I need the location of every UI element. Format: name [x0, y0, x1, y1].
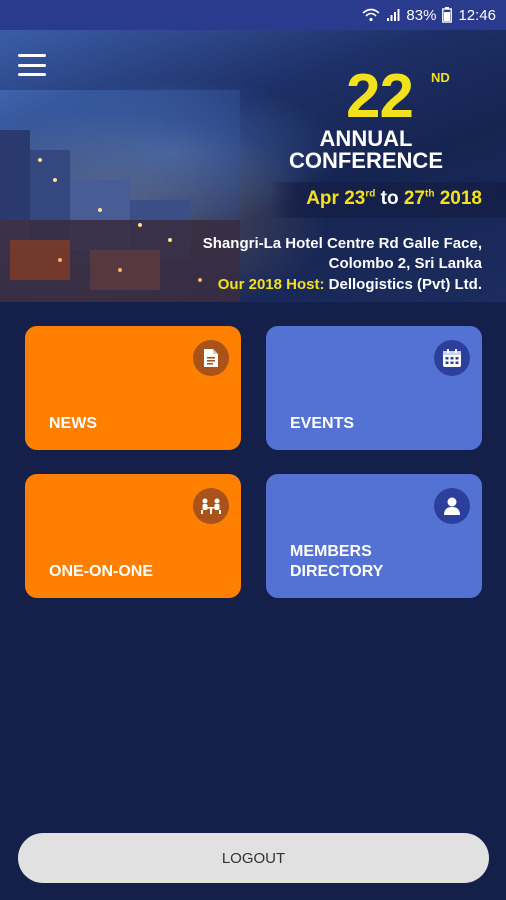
menu-icon[interactable] [18, 54, 46, 76]
conference-title: ANNUAL CONFERENCE [266, 128, 466, 172]
conference-title-line2: CONFERENCE [288, 148, 443, 173]
meeting-icon [193, 488, 229, 524]
news-tile[interactable]: NEWS [25, 326, 241, 450]
host-label: Our 2018 Host: [217, 276, 325, 293]
calendar-icon [434, 340, 470, 376]
battery-percent: 83% [406, 6, 437, 24]
conference-banner: 22 ND ANNUAL CONFERENCE Apr 23rd to 27th… [0, 30, 506, 302]
members-directory-label: MEMBERS DIRECTORY [290, 543, 384, 580]
clock-time: 12:46 [458, 6, 496, 24]
conference-dates: Apr 23rd to 27th 2018 [306, 188, 482, 209]
events-label: EVENTS [290, 415, 355, 432]
logout-button[interactable]: LOGOUT [18, 833, 489, 883]
conference-number: 22 [346, 62, 414, 131]
conference-title-line1: ANNUAL [319, 126, 413, 151]
status-bar: 83% 12:46 [0, 0, 506, 30]
venue-line1: Shangri-La Hotel Centre Rd Galle Face, [202, 235, 482, 252]
person-icon [434, 488, 470, 524]
one-on-one-tile[interactable]: ONE-ON-ONE [25, 474, 241, 598]
host-line: Our 2018 Host: Dellogistics (Pvt) Ltd. [218, 276, 482, 293]
host-name: Dellogistics (Pvt) Ltd. [328, 276, 482, 293]
one-on-one-label: ONE-ON-ONE [49, 563, 153, 580]
signal-icon [386, 8, 400, 22]
document-icon [193, 340, 229, 376]
venue-address: Shangri-La Hotel Centre Rd Galle Face, C… [203, 234, 482, 274]
members-directory-tile[interactable]: MEMBERS DIRECTORY [266, 474, 482, 598]
wifi-icon [362, 8, 380, 22]
events-tile[interactable]: EVENTS [266, 326, 482, 450]
conference-ordinal: ND [431, 70, 450, 85]
battery-icon [442, 7, 453, 23]
venue-line2: Colombo 2, Sri Lanka [328, 255, 482, 272]
news-label: NEWS [49, 415, 97, 432]
